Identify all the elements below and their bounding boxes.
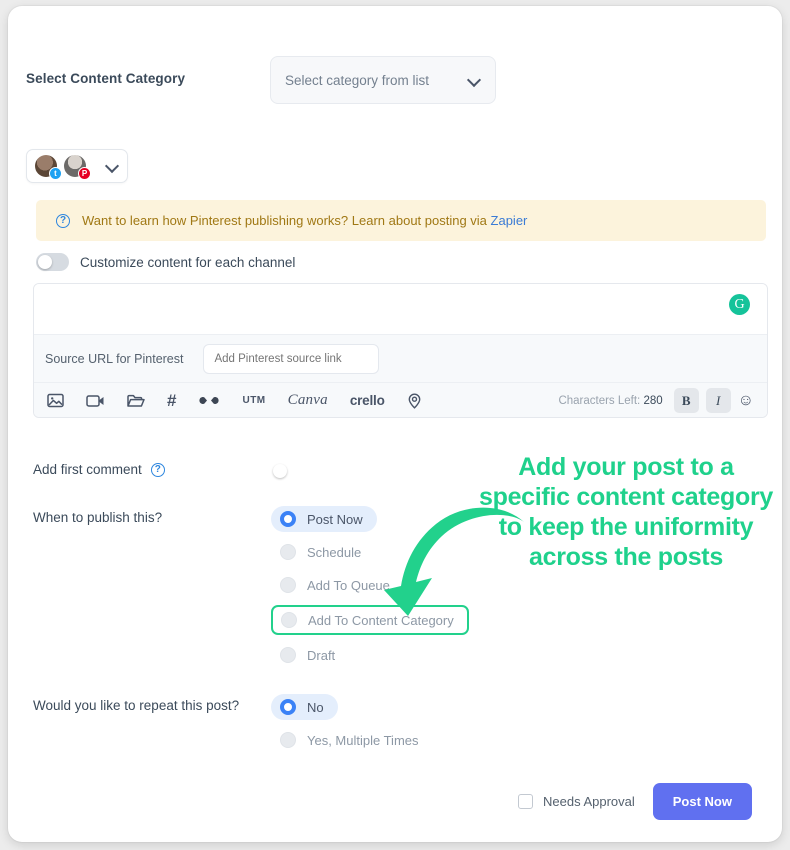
customize-content-toggle[interactable] [36,253,69,271]
footer-actions: Needs Approval Post Now [8,783,782,820]
italic-button[interactable]: I [705,388,731,413]
when-to-publish-label: When to publish this? [33,510,163,525]
radio-indicator [280,511,296,527]
radio-indicator [281,612,297,628]
content-category-select-value: Select category from list [285,72,430,88]
content-category-row: Select Content Category Select category … [26,56,766,104]
radio-indicator [280,577,296,593]
folder-icon[interactable] [127,394,145,408]
annotation-text: Add your post to a specific content cate… [479,453,773,571]
needs-approval-label: Needs Approval [542,794,635,809]
customize-content-row: Customize content for each channel [36,253,295,271]
needs-approval-checkbox[interactable] [517,794,533,809]
radio-label: Post Now [307,511,363,527]
twitter-icon: t [49,167,62,180]
link-icon[interactable] [198,395,220,406]
page-title: Select Content Category [26,71,186,86]
question-circle-icon: ? [56,213,70,228]
emoji-smile-icon[interactable]: ☺ [738,392,754,409]
pinterest-info-banner: ? Want to learn how Pinterest publishing… [36,200,766,241]
radio-indicator [280,544,296,560]
question-circle-icon[interactable]: ? [150,462,165,477]
banner-text: Want to learn how Pinterest publishing w… [82,213,528,228]
toolbar-right-group: Characters Left: 280 B I ☺ [558,388,754,413]
radio-schedule[interactable]: Schedule [271,539,375,565]
post-editor: G Source URL for Pinterest # UTM Canva c… [33,283,768,418]
canva-button[interactable]: Canva [288,392,328,409]
repeat-post-label: Would you like to repeat this post? [33,698,240,713]
source-url-label: Source URL for Pinterest [45,351,184,366]
utm-button[interactable]: UTM [242,395,265,406]
radio-indicator [280,699,296,715]
radio-label: Yes, Multiple Times [307,732,419,748]
characters-left: Characters Left: 280 [558,394,663,407]
source-url-input[interactable] [203,343,380,374]
first-comment-label: Add first comment [33,462,142,477]
radio-label: Draft [307,647,336,663]
image-icon[interactable] [47,393,64,408]
grammarly-icon[interactable]: G [729,294,750,315]
post-now-button[interactable]: Post Now [652,783,752,820]
video-icon[interactable] [86,394,105,408]
crello-button[interactable]: crello [350,393,385,408]
chevron-down-icon [469,74,481,86]
radio-post-now[interactable]: Post Now [271,506,377,532]
toggle-knob [273,464,287,478]
chevron-down-icon [107,160,119,172]
avatar: t [35,155,62,180]
editor-toolbar: # UTM Canva crello Characters Left: 280 … [34,382,767,417]
avatar: P [64,155,91,180]
bold-button[interactable]: B [673,388,699,413]
content-category-select[interactable]: Select category from list [270,56,496,104]
post-text-area[interactable]: G [34,284,767,334]
account-selector[interactable]: t P [26,149,128,183]
first-comment-row: Add first comment ? [33,462,287,478]
post-composer-card: Select Content Category Select category … [8,6,782,842]
customize-content-label: Customize content for each channel [80,254,296,270]
zapier-link[interactable]: Zapier [491,213,528,228]
repeat-post-options: No Yes, Multiple Times [271,694,433,760]
radio-indicator [280,732,296,748]
radio-label: Schedule [307,544,362,560]
radio-draft[interactable]: Draft [271,642,349,668]
radio-repeat-yes[interactable]: Yes, Multiple Times [271,727,433,753]
toggle-knob [38,255,52,269]
radio-repeat-no[interactable]: No [271,694,338,720]
pinterest-icon: P [78,167,91,180]
location-icon[interactable] [407,392,422,409]
hashtag-icon[interactable]: # [167,391,176,411]
radio-label: Add To Queue [307,577,390,593]
source-url-row: Source URL for Pinterest [34,334,767,382]
radio-indicator [280,647,296,663]
radio-label: No [307,699,324,715]
